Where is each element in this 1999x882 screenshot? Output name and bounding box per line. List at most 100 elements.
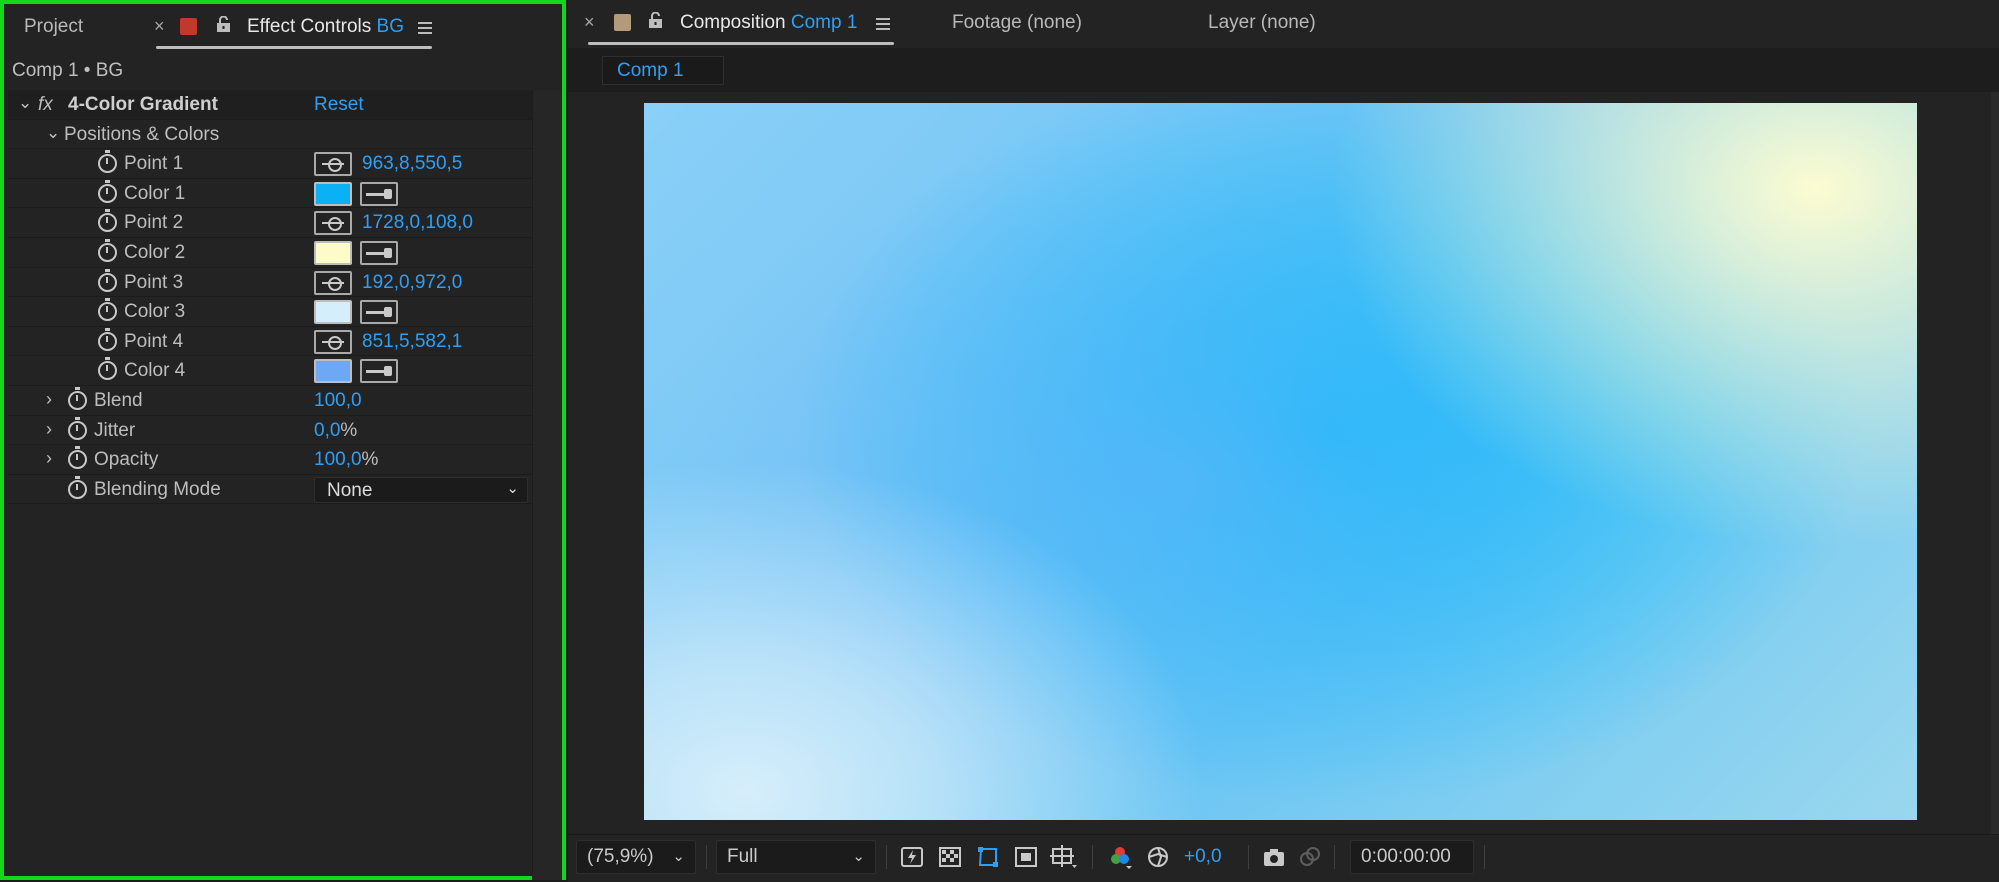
property-row-opacity: › Opacity 100,0%	[8, 445, 534, 475]
stopwatch-icon[interactable]	[68, 386, 87, 410]
property-row-point2: Point 2 1728,0,108,0	[8, 208, 534, 238]
chevron-down-icon: ⌄	[852, 848, 865, 865]
comp-subtab[interactable]: Comp 1	[602, 56, 724, 85]
color1-swatch[interactable]	[314, 181, 352, 206]
chevron-right-icon[interactable]: ›	[46, 448, 52, 469]
chevron-down-icon: ⌄	[506, 479, 519, 497]
composition-canvas[interactable]	[644, 103, 1917, 820]
stopwatch-icon[interactable]	[98, 268, 117, 292]
property-label: Opacity	[94, 449, 159, 471]
divider	[1484, 845, 1485, 869]
property-row-color2: Color 2	[8, 238, 534, 268]
chevron-right-icon[interactable]: ›	[46, 389, 52, 410]
tab-composition-name: Comp 1	[790, 12, 858, 33]
comp-path: Comp 1 • BG	[12, 60, 124, 81]
fast-previews-icon[interactable]	[900, 845, 924, 869]
property-label: Color 1	[124, 182, 186, 204]
chevron-down-icon[interactable]: ⌄	[18, 93, 32, 113]
stopwatch-icon[interactable]	[98, 238, 117, 262]
tab-composition[interactable]: Composition Comp 1	[680, 12, 857, 34]
stopwatch-icon[interactable]	[98, 327, 117, 351]
eyedropper-icon[interactable]	[360, 240, 398, 265]
blend-value[interactable]: 100,0	[314, 390, 362, 412]
comp-label-swatch[interactable]	[614, 14, 631, 31]
lock-icon[interactable]	[216, 16, 231, 33]
tab-effect-controls[interactable]: Effect Controls BG	[247, 16, 404, 38]
color3-swatch[interactable]	[314, 300, 352, 325]
mask-path-visibility-icon[interactable]	[976, 845, 1000, 869]
point1-value[interactable]: 963,8,550,5	[362, 153, 462, 175]
camera-snapshot-icon[interactable]	[1262, 845, 1286, 869]
property-row-color4: Color 4	[8, 356, 534, 386]
blending-mode-select[interactable]: None ⌄	[314, 476, 528, 503]
effect-rows: ⌄ fx 4-Color Gradient Reset ⌄ Positions …	[8, 90, 534, 505]
tab-effect-controls-layer: BG	[376, 16, 404, 37]
point-picker-button[interactable]	[314, 152, 352, 177]
tab-footage[interactable]: Footage (none)	[952, 12, 1082, 34]
opacity-value[interactable]: 100,0%	[314, 449, 378, 471]
property-label: Color 4	[124, 360, 186, 382]
point2-value[interactable]: 1728,0,108,0	[362, 212, 473, 234]
stopwatch-icon[interactable]	[98, 179, 117, 203]
color4-swatch[interactable]	[314, 359, 352, 384]
reset-link[interactable]: Reset	[314, 94, 364, 116]
tab-layer[interactable]: Layer (none)	[1208, 12, 1316, 34]
tab-effect-controls-label: Effect Controls	[247, 16, 372, 37]
panel-menu-icon[interactable]	[418, 22, 432, 34]
jitter-unit: %	[340, 419, 358, 441]
exposure-value[interactable]: +0,0	[1184, 846, 1222, 868]
chevron-right-icon[interactable]: ›	[46, 419, 52, 440]
point-picker-button[interactable]	[314, 270, 352, 295]
stopwatch-icon[interactable]	[98, 357, 117, 381]
group-label: Positions & Colors	[64, 123, 220, 145]
stopwatch-icon[interactable]	[98, 150, 117, 174]
effect-controls-panel: Project × Effect Controls BG Comp 1 • BG…	[0, 0, 566, 880]
property-label: Point 1	[124, 153, 184, 175]
color-management-icon[interactable]	[1146, 845, 1170, 869]
point3-value[interactable]: 192,0,972,0	[362, 272, 462, 294]
property-row-blending-mode: Blending Mode None ⌄	[8, 475, 534, 505]
resolution-select[interactable]: Full ⌄	[716, 840, 876, 874]
timecode-field[interactable]: 0:00:00:00	[1350, 840, 1474, 874]
property-row-point3: Point 3 192,0,972,0	[8, 268, 534, 298]
color2-swatch[interactable]	[314, 240, 352, 265]
property-row-jitter: › Jitter 0,0%	[8, 416, 534, 446]
region-of-interest-icon[interactable]	[1014, 845, 1038, 869]
close-tab-icon[interactable]: ×	[584, 12, 595, 33]
tab-project[interactable]: Project	[24, 16, 83, 38]
stopwatch-icon[interactable]	[98, 209, 117, 233]
blending-mode-value: None	[327, 479, 373, 501]
vertical-scrollbar[interactable]	[532, 90, 562, 880]
show-snapshot-icon[interactable]	[1298, 845, 1322, 869]
transparency-grid-icon[interactable]	[938, 845, 962, 869]
vertical-scrollbar[interactable]	[1991, 92, 1999, 834]
eyedropper-icon[interactable]	[360, 359, 398, 384]
point-picker-button[interactable]	[314, 211, 352, 236]
chevron-down-icon[interactable]: ⌄	[46, 123, 60, 143]
grid-guides-icon[interactable]	[1050, 845, 1077, 869]
panel-menu-icon[interactable]	[876, 18, 890, 30]
label-color-swatch[interactable]	[180, 18, 197, 35]
stopwatch-icon[interactable]	[68, 446, 87, 470]
divider	[706, 845, 707, 869]
channels-icon[interactable]	[1108, 845, 1132, 869]
stopwatch-icon[interactable]	[98, 298, 117, 322]
eyedropper-icon[interactable]	[360, 181, 398, 206]
eyedropper-icon[interactable]	[360, 300, 398, 325]
jitter-value[interactable]: 0,0%	[314, 420, 357, 442]
property-label: Color 2	[124, 241, 186, 263]
stopwatch-icon[interactable]	[68, 416, 87, 440]
left-tab-bar: Project × Effect Controls BG	[4, 4, 562, 52]
group-row[interactable]: ⌄ Positions & Colors	[8, 120, 534, 150]
point-picker-button[interactable]	[314, 329, 352, 354]
property-row-point4: Point 4 851,5,582,1	[8, 327, 534, 357]
point4-value[interactable]: 851,5,582,1	[362, 331, 462, 353]
effect-header-row[interactable]: ⌄ fx 4-Color Gradient Reset	[8, 90, 534, 120]
fx-icon[interactable]: fx	[38, 94, 53, 116]
property-label: Point 2	[124, 212, 184, 234]
lock-icon[interactable]	[648, 12, 663, 29]
stopwatch-icon[interactable]	[68, 475, 87, 499]
zoom-select[interactable]: (75,9%) ⌄	[576, 840, 696, 874]
viewer-bottom-bar: (75,9%) ⌄ Full ⌄ +0,0 0:00:00:00	[568, 834, 1999, 882]
close-tab-icon[interactable]: ×	[154, 16, 165, 37]
